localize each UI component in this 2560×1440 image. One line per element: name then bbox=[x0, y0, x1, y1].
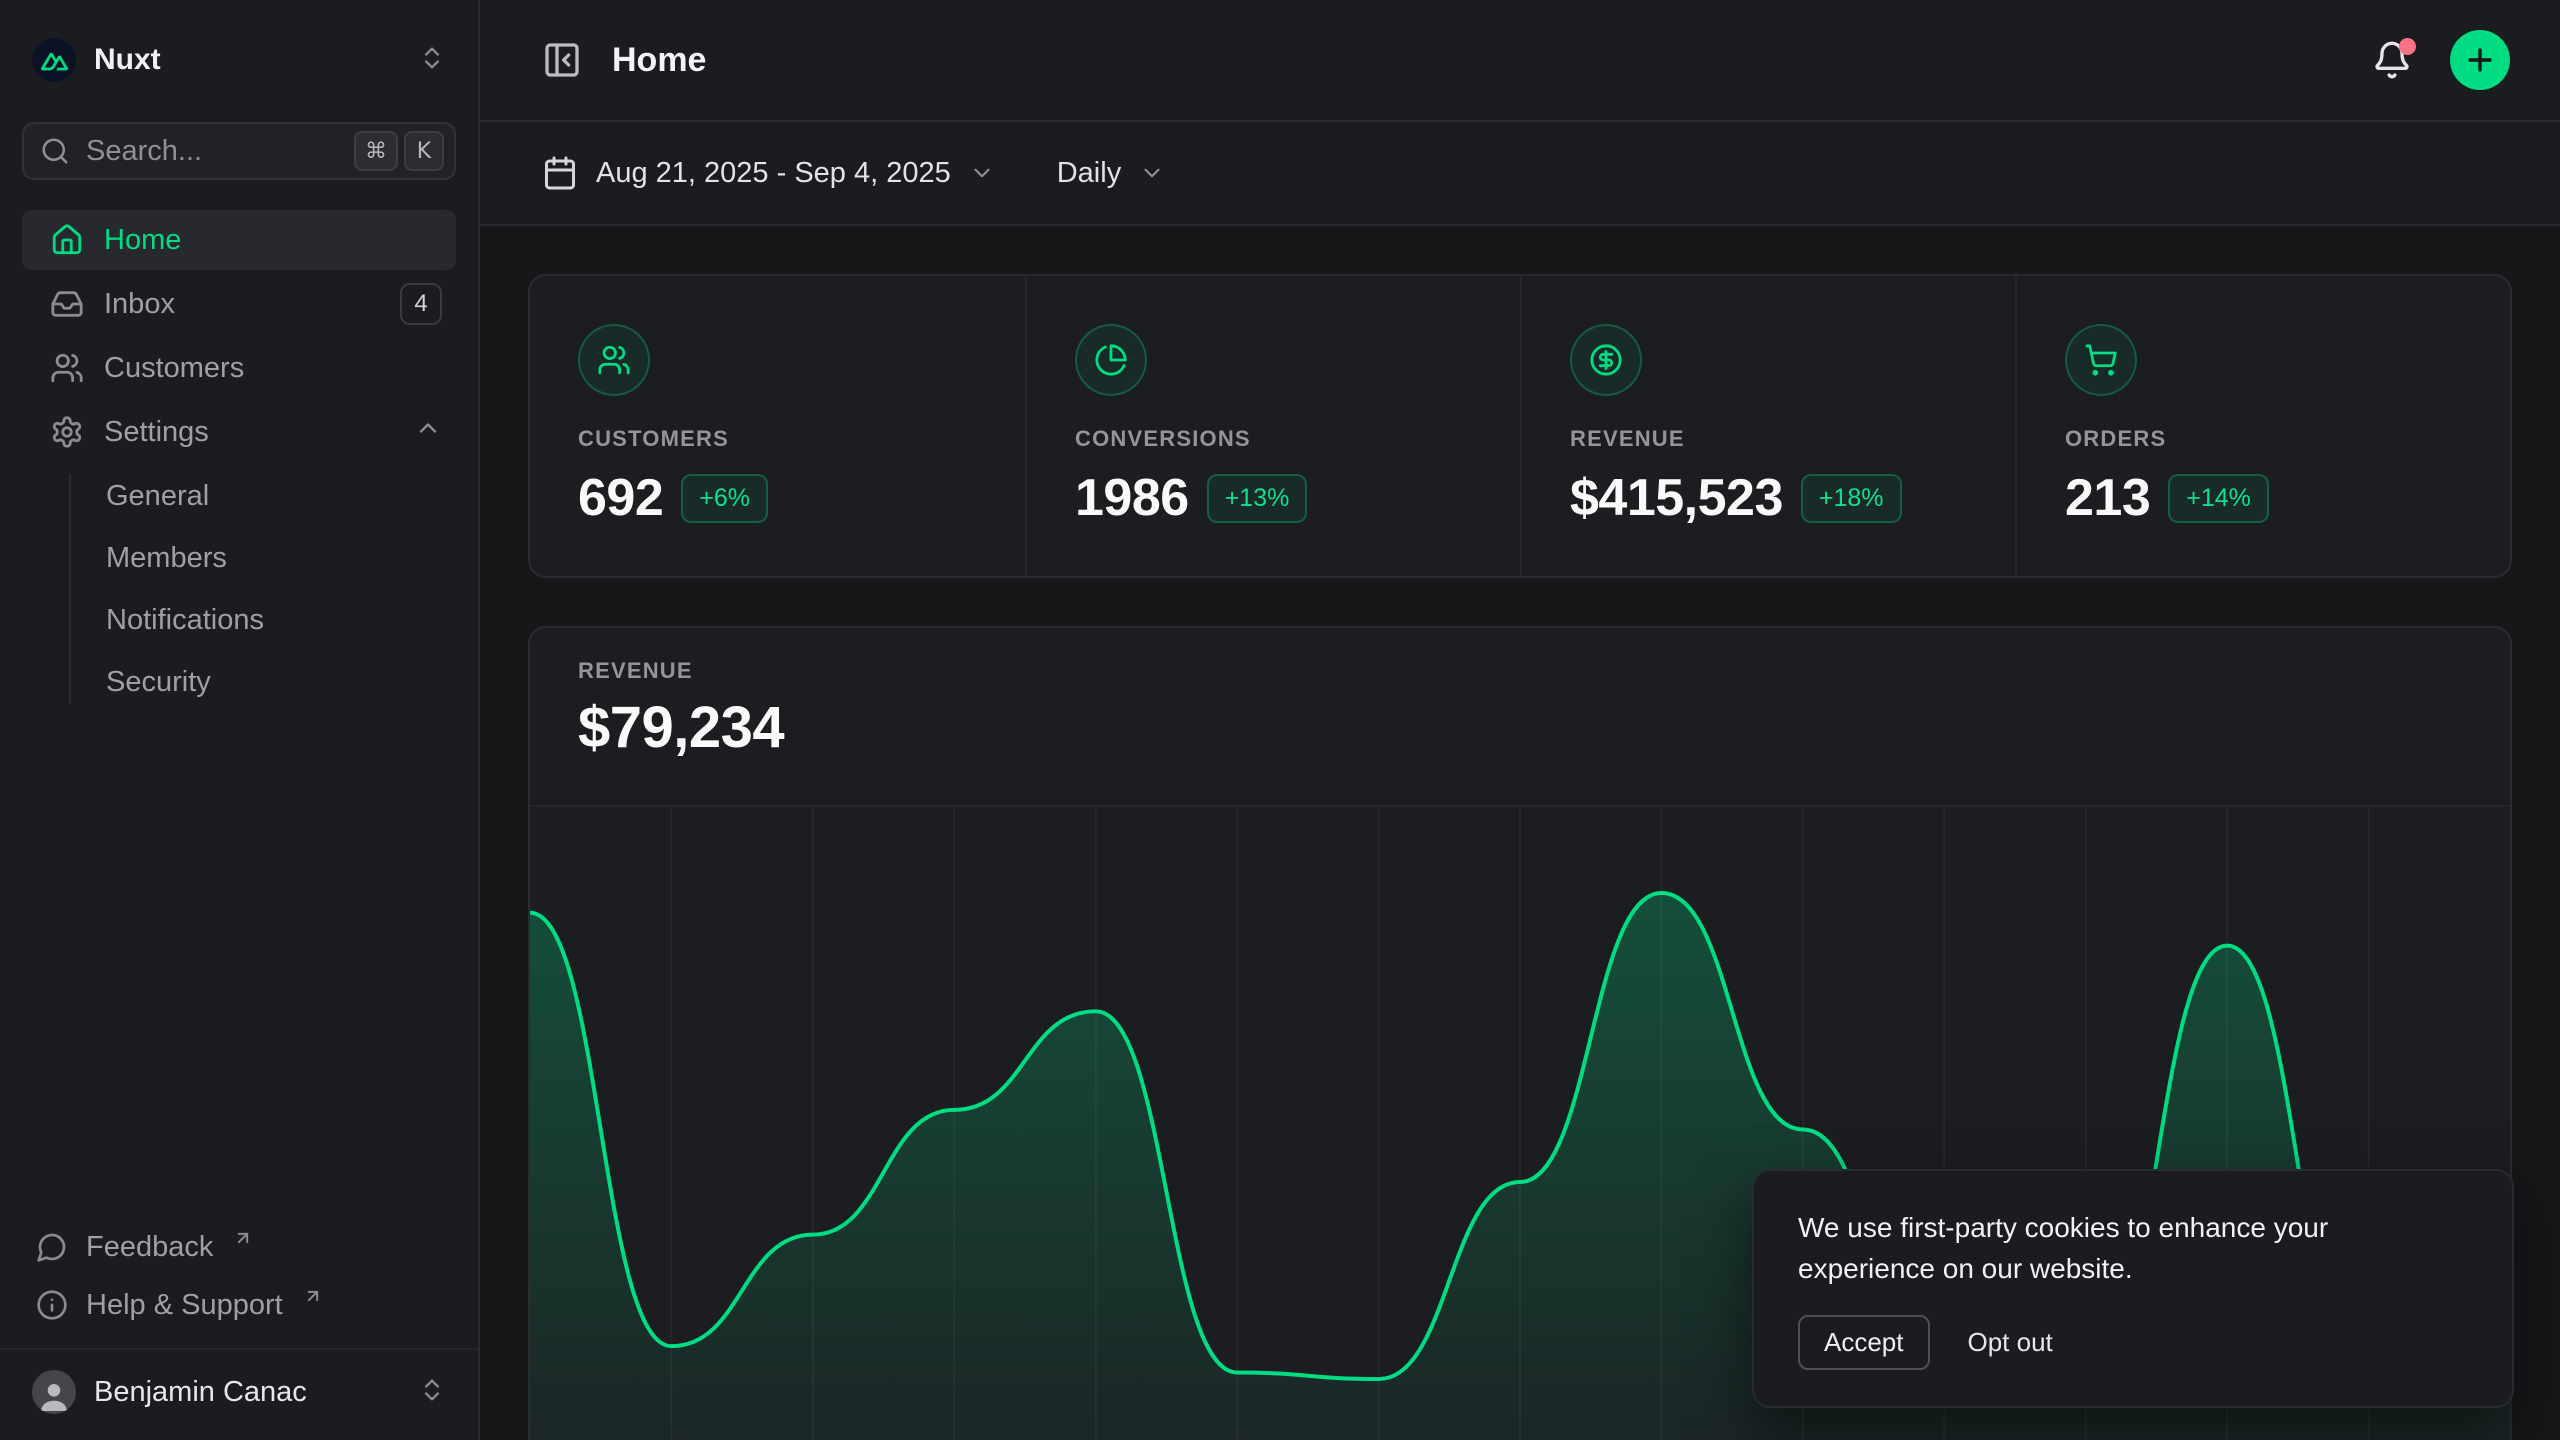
chevron-down-icon bbox=[1139, 160, 1165, 186]
subitem-label: Members bbox=[106, 542, 227, 575]
filters-toolbar: Aug 21, 2025 - Sep 4, 2025 Daily bbox=[480, 122, 2560, 226]
settings-submenu: General Members Notifications Security bbox=[22, 466, 456, 712]
nuxt-logo-icon bbox=[32, 38, 76, 82]
sidebar-subitem-general[interactable]: General bbox=[22, 466, 456, 526]
app-root: Nuxt Search... ⌘ K Home Inbox 4 bbox=[0, 0, 2560, 1440]
cookie-message: We use first-party cookies to enhance yo… bbox=[1798, 1207, 2438, 1289]
sidebar-item-inbox[interactable]: Inbox 4 bbox=[22, 274, 456, 334]
stat-card-conversions: CONVERSIONS 1986 +13% bbox=[1025, 276, 1520, 576]
sidebar-subitem-members[interactable]: Members bbox=[22, 528, 456, 588]
gear-icon bbox=[50, 415, 84, 449]
notification-dot bbox=[2399, 38, 2416, 55]
header-actions bbox=[2372, 30, 2510, 90]
stat-delta-badge: +13% bbox=[1207, 474, 1308, 523]
stat-value: $415,523 bbox=[1570, 468, 1783, 528]
subitem-label: Notifications bbox=[106, 604, 264, 637]
sidebar-subitem-notifications[interactable]: Notifications bbox=[22, 590, 456, 650]
sidebar-item-feedback[interactable]: Feedback bbox=[22, 1218, 456, 1276]
chevrons-up-down-icon bbox=[418, 44, 446, 77]
stat-card-orders: ORDERS 213 +14% bbox=[2015, 276, 2510, 576]
chevron-down-icon bbox=[969, 160, 995, 186]
sidebar-item-label: Customers bbox=[104, 352, 244, 385]
user-menu[interactable]: Benjamin Canac bbox=[22, 1350, 456, 1434]
info-circle-icon bbox=[36, 1289, 68, 1321]
inbox-icon bbox=[50, 287, 84, 321]
panel-left-close-icon bbox=[542, 40, 582, 80]
sidebar-item-customers[interactable]: Customers bbox=[22, 338, 456, 398]
stat-card-revenue: REVENUE $415,523 +18% bbox=[1520, 276, 2015, 576]
revenue-chart-total: $79,234 bbox=[578, 694, 2462, 761]
kbd-key: K bbox=[404, 131, 444, 171]
shopping-cart-icon bbox=[2084, 343, 2118, 377]
sidebar-collapse-button[interactable] bbox=[542, 40, 582, 80]
sidebar-item-settings[interactable]: Settings bbox=[22, 402, 456, 462]
house-icon bbox=[50, 223, 84, 257]
stat-label: CONVERSIONS bbox=[1075, 426, 1472, 452]
date-range-value: Aug 21, 2025 - Sep 4, 2025 bbox=[596, 157, 951, 190]
users-badge bbox=[578, 324, 650, 396]
search-icon bbox=[40, 136, 70, 166]
stats-cards: CUSTOMERS 692 +6% CONVERSIONS 1986 +13% bbox=[528, 274, 2512, 578]
avatar bbox=[32, 1370, 76, 1414]
stat-value: 692 bbox=[578, 468, 663, 528]
opt-out-button[interactable]: Opt out bbox=[1968, 1327, 2053, 1358]
sidebar: Nuxt Search... ⌘ K Home Inbox 4 bbox=[0, 0, 480, 1440]
search-input[interactable]: Search... ⌘ K bbox=[22, 122, 456, 180]
cookie-banner: We use first-party cookies to enhance yo… bbox=[1752, 1169, 2514, 1408]
plus-icon bbox=[2463, 43, 2497, 77]
stat-label: CUSTOMERS bbox=[578, 426, 977, 452]
footer-item-label: Feedback bbox=[86, 1231, 213, 1264]
notifications-button[interactable] bbox=[2372, 40, 2412, 80]
subitem-label: Security bbox=[106, 666, 211, 699]
circle-dollar-icon bbox=[1589, 343, 1623, 377]
stat-delta-badge: +6% bbox=[681, 474, 768, 523]
stat-value: 1986 bbox=[1075, 468, 1189, 528]
search-placeholder: Search... bbox=[86, 135, 338, 168]
stat-delta-badge: +14% bbox=[2168, 474, 2269, 523]
revenue-chart-label: REVENUE bbox=[578, 658, 2462, 684]
workspace-switcher[interactable]: Nuxt bbox=[22, 30, 456, 90]
sidebar-footer: Feedback Help & Support Benjamin Canac bbox=[22, 1218, 456, 1440]
footer-item-label: Help & Support bbox=[86, 1289, 283, 1322]
page-header: Home bbox=[480, 0, 2560, 122]
kbd-meta: ⌘ bbox=[354, 131, 398, 171]
users-icon bbox=[597, 343, 631, 377]
sidebar-nav: Home Inbox 4 Customers Settings General bbox=[22, 210, 456, 718]
date-range-picker[interactable]: Aug 21, 2025 - Sep 4, 2025 bbox=[542, 155, 995, 191]
search-shortcut: ⌘ K bbox=[354, 131, 444, 171]
calendar-icon bbox=[542, 155, 578, 191]
add-button[interactable] bbox=[2450, 30, 2510, 90]
workspace-name: Nuxt bbox=[94, 43, 400, 77]
users-icon bbox=[50, 351, 84, 385]
chevrons-up-down-icon bbox=[418, 1376, 446, 1409]
cookie-actions: Accept Opt out bbox=[1798, 1315, 2468, 1370]
circle-dollar-badge bbox=[1570, 324, 1642, 396]
sidebar-item-label: Settings bbox=[104, 416, 209, 449]
stat-label: REVENUE bbox=[1570, 426, 1967, 452]
user-name: Benjamin Canac bbox=[94, 1376, 400, 1409]
subitem-label: General bbox=[106, 480, 209, 513]
chevron-up-icon bbox=[414, 414, 442, 450]
stat-card-customers: CUSTOMERS 692 +6% bbox=[530, 276, 1025, 576]
shopping-cart-badge bbox=[2065, 324, 2137, 396]
message-circle-icon bbox=[36, 1231, 68, 1263]
chart-pie-badge bbox=[1075, 324, 1147, 396]
period-value: Daily bbox=[1057, 157, 1121, 190]
sidebar-subitem-security[interactable]: Security bbox=[22, 652, 456, 712]
stat-label: ORDERS bbox=[2065, 426, 2462, 452]
sidebar-item-label: Inbox bbox=[104, 288, 175, 321]
chart-pie-icon bbox=[1094, 343, 1128, 377]
period-select[interactable]: Daily bbox=[1057, 157, 1165, 190]
stat-delta-badge: +18% bbox=[1801, 474, 1902, 523]
arrow-up-right-icon bbox=[227, 1228, 259, 1248]
sidebar-item-help-support[interactable]: Help & Support bbox=[22, 1276, 456, 1334]
inbox-count-badge: 4 bbox=[400, 283, 442, 325]
sidebar-item-home[interactable]: Home bbox=[22, 210, 456, 270]
page-title: Home bbox=[612, 41, 706, 80]
stat-value: 213 bbox=[2065, 468, 2150, 528]
sidebar-item-label: Home bbox=[104, 224, 181, 257]
accept-button[interactable]: Accept bbox=[1798, 1315, 1930, 1370]
arrow-up-right-icon bbox=[297, 1286, 329, 1306]
